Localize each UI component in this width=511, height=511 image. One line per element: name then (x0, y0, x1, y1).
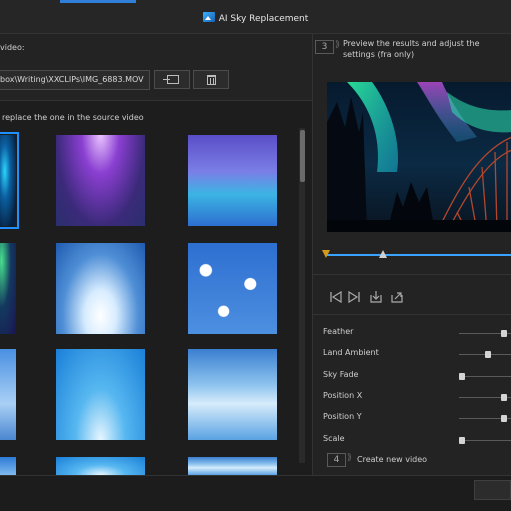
sky-thumbnail-aurora-green[interactable] (0, 243, 16, 334)
sky-thumbnail-partial[interactable] (0, 457, 16, 475)
setting-label-position-x: Position X (323, 391, 363, 400)
sky-thumbnail-clouds-3[interactable] (0, 349, 16, 440)
bottom-action-button[interactable] (474, 480, 511, 500)
setting-label-position-y: Position Y (323, 412, 362, 421)
app-icon (202, 12, 215, 22)
step-4-badge: 4 (327, 453, 346, 467)
sky-thumbnail-partial[interactable] (188, 457, 277, 475)
mark-in-icon (370, 291, 382, 303)
mark-in-button[interactable] (369, 289, 383, 303)
preview-image (327, 82, 511, 232)
window-title: AI Sky Replacement (0, 12, 511, 24)
right-panel: 3 ⟫ Preview the results and adjust the s… (312, 34, 511, 475)
sky-library-label: replace the one in the source video (2, 113, 144, 122)
preview-timeline[interactable] (325, 254, 511, 256)
sky-thumbnail-sky-2[interactable] (188, 349, 277, 440)
preview-window (327, 82, 511, 232)
create-video-label: Create new video (357, 455, 428, 464)
sky-thumbnail-partial[interactable] (56, 457, 145, 475)
window-title-text: AI Sky Replacement (218, 14, 309, 24)
source-video-label: video: (0, 43, 25, 52)
mark-out-button[interactable] (390, 289, 404, 303)
setting-slider-knob[interactable] (459, 373, 465, 380)
next-frame-button[interactable] (347, 289, 361, 304)
title-accent (60, 0, 136, 3)
delete-button[interactable] (193, 70, 229, 89)
step-3-badge: 3 (315, 40, 334, 54)
sky-thumbnail-aurora-purple[interactable] (56, 135, 145, 226)
sky-thumbnail-clouds-2[interactable] (188, 243, 277, 334)
thumbnail-scroll-thumb[interactable] (300, 130, 305, 182)
setting-slider-sky-fade[interactable] (459, 376, 511, 377)
sky-thumbnail-sky-1[interactable] (56, 349, 145, 440)
step-3-chevron-icon: ⟫ (335, 40, 341, 50)
trash-icon (207, 75, 216, 85)
import-button[interactable] (154, 70, 190, 89)
settings-divider (313, 314, 511, 315)
bottom-bar (0, 475, 511, 511)
setting-slider-knob[interactable] (459, 437, 465, 444)
step-4-chevron-icon: ⟫ (347, 453, 353, 463)
prev-frame-icon (330, 290, 342, 304)
setting-label-feather: Feather (323, 327, 354, 336)
sky-thumbnail-aurora-selected[interactable] (0, 132, 19, 229)
preview-instructions: Preview the results and adjust the setti… (343, 39, 480, 59)
setting-slider-scale[interactable] (459, 440, 511, 441)
prev-frame-button[interactable] (329, 289, 343, 304)
sky-thumbnail-aurora-blue[interactable] (188, 135, 277, 226)
setting-slider-knob[interactable] (501, 415, 508, 422)
setting-label-sky-fade: Sky Fade (323, 370, 359, 379)
import-icon (163, 75, 179, 84)
timeline-start-marker[interactable] (322, 250, 330, 258)
mark-out-icon (391, 292, 403, 303)
setting-slider-knob[interactable] (501, 330, 508, 337)
setting-label-land-ambient: Land Ambient (323, 348, 379, 357)
source-path-field[interactable]: box\Writing\XXCLIPs\IMG_6883.MOV (0, 70, 150, 90)
preview-divider (313, 274, 511, 275)
setting-label-scale: Scale (323, 434, 345, 443)
next-frame-icon (348, 290, 360, 304)
sky-thumbnail-clouds-1[interactable] (56, 243, 145, 334)
setting-slider-knob[interactable] (501, 394, 508, 401)
timeline-playhead[interactable] (379, 250, 387, 258)
setting-slider-knob[interactable] (484, 351, 491, 358)
title-bar: AI Sky Replacement (0, 0, 511, 34)
